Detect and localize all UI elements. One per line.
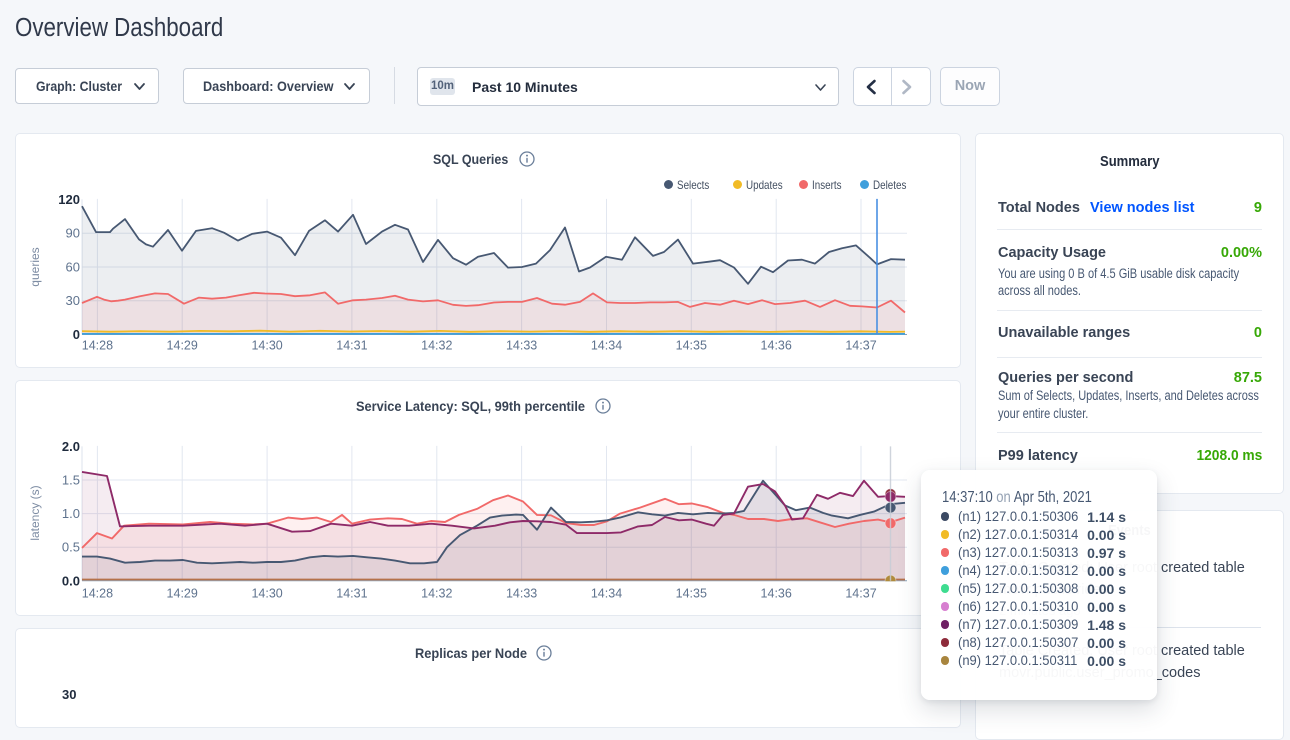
svg-text:latency (s): latency (s) xyxy=(28,485,42,540)
svg-text:queries: queries xyxy=(28,247,42,286)
svg-text:14:32: 14:32 xyxy=(421,587,452,601)
svg-text:14:36: 14:36 xyxy=(761,587,792,601)
svg-text:60: 60 xyxy=(66,260,80,275)
svg-text:14:33: 14:33 xyxy=(506,587,537,601)
svg-text:14:28: 14:28 xyxy=(82,587,113,601)
svg-text:120: 120 xyxy=(58,192,80,207)
svg-text:14:28: 14:28 xyxy=(82,339,113,353)
svg-text:14:34: 14:34 xyxy=(591,587,622,601)
svg-text:2.0: 2.0 xyxy=(62,439,80,454)
svg-text:14:37: 14:37 xyxy=(845,339,876,353)
svg-text:14:31: 14:31 xyxy=(336,587,367,601)
svg-text:14:35: 14:35 xyxy=(676,587,707,601)
svg-text:14:29: 14:29 xyxy=(167,339,198,353)
svg-text:14:36: 14:36 xyxy=(761,339,792,353)
svg-text:0: 0 xyxy=(73,327,80,342)
svg-text:14:30: 14:30 xyxy=(251,587,282,601)
svg-text:14:30: 14:30 xyxy=(251,339,282,353)
svg-text:14:34: 14:34 xyxy=(591,339,622,353)
svg-text:14:31: 14:31 xyxy=(336,339,367,353)
svg-text:30: 30 xyxy=(66,293,80,308)
svg-text:14:32: 14:32 xyxy=(421,339,452,353)
svg-text:14:37: 14:37 xyxy=(845,587,876,601)
svg-text:14:29: 14:29 xyxy=(167,587,198,601)
svg-text:90: 90 xyxy=(66,226,80,241)
svg-text:0.0: 0.0 xyxy=(62,573,80,588)
svg-text:1.0: 1.0 xyxy=(62,506,80,521)
svg-text:1.5: 1.5 xyxy=(62,473,80,488)
svg-text:14:35: 14:35 xyxy=(676,339,707,353)
svg-text:14:33: 14:33 xyxy=(506,339,537,353)
svg-text:0.5: 0.5 xyxy=(62,540,80,555)
